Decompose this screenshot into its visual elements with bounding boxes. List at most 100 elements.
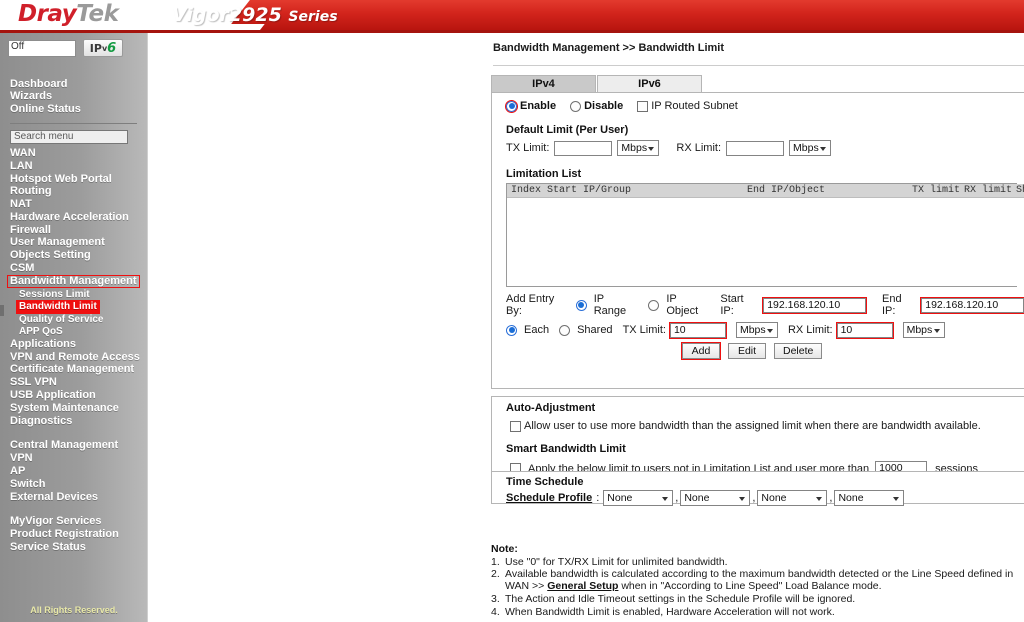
ip-object-radio[interactable]	[648, 299, 660, 311]
column-header-end-ip: End IP/Object	[747, 185, 826, 196]
sidebar-item-diagnostics[interactable]: Diagnostics	[10, 415, 147, 428]
sidebar-item-label: Wizards	[10, 90, 53, 103]
entry-tx-limit-input[interactable]: 10	[668, 321, 727, 339]
sidebar-item-myvigor-services[interactable]: MyVigor Services	[10, 515, 147, 529]
sidebar-item-label: MyVigor Services	[10, 515, 102, 528]
schedule-separator-2: ,	[752, 492, 756, 504]
sidebar-item-quality-of-service[interactable]: Quality of Service	[10, 313, 147, 326]
start-ip-input[interactable]: 192.168.120.10	[762, 296, 867, 314]
tab-ipv6[interactable]: IPv6	[597, 75, 702, 92]
sidebar-item-app-qos[interactable]: APP QoS	[10, 326, 147, 339]
sidebar-item-bandwidth-limit[interactable]: Bandwidth Limit	[10, 300, 147, 314]
default-rx-unit-select[interactable]: Mbps	[789, 140, 832, 156]
column-header-shared: Shared	[1016, 185, 1024, 196]
sidebar-item-external-devices[interactable]: External Devices	[10, 491, 147, 504]
sidebar-toolbar: Off IP v 6	[0, 33, 147, 57]
ip-range-radio[interactable]	[575, 299, 587, 311]
ip-routed-subnet-checkbox[interactable]	[637, 100, 649, 112]
auto-adjustment-checkbox[interactable]	[510, 420, 521, 432]
schedule-profile-select-3[interactable]: None	[757, 490, 828, 506]
sidebar-item-label: WAN	[10, 146, 36, 159]
end-ip-input[interactable]: 192.168.120.10	[920, 296, 1024, 314]
schedule-profile-select-1[interactable]: None	[603, 490, 674, 506]
time-schedule-title: Time Schedule	[506, 476, 584, 488]
sidebar-divider	[10, 123, 137, 125]
sidebar-item-central-management[interactable]: Central Management	[10, 440, 147, 453]
sidebar-item-label: Hardware Acceleration	[10, 210, 129, 223]
disable-radio[interactable]	[570, 100, 582, 112]
mode-select[interactable]: Off	[8, 39, 76, 57]
note-text-post: when in "According to Line Speed" Load B…	[618, 580, 882, 593]
tab-ipv4[interactable]: IPv4	[491, 75, 596, 92]
each-radio[interactable]	[506, 324, 517, 336]
sidebar-item-hotspot-web-portal[interactable]: Hotspot Web Portal	[10, 173, 147, 186]
sidebar-item-bandwidth-management[interactable]: Bandwidth Management	[7, 274, 147, 289]
sidebar-item-switch[interactable]: Switch	[10, 478, 147, 491]
ip-object-label: IP Object	[666, 293, 699, 317]
entry-rx-limit-label: RX Limit:	[787, 324, 833, 336]
sidebar-item-dashboard[interactable]: Dashboard	[10, 78, 147, 91]
sidebar-item-product-registration[interactable]: Product Registration	[10, 528, 147, 541]
mode-select-value: Off	[11, 40, 25, 52]
schedule-profile-label: Schedule Profile	[506, 492, 593, 504]
sidebar-item-hardware-acceleration[interactable]: Hardware Acceleration	[10, 211, 147, 224]
sidebar-item-label: Product Registration	[10, 528, 119, 541]
each-label: Each	[524, 324, 550, 336]
add-button[interactable]: Add	[681, 342, 721, 360]
model-series: Series	[288, 9, 338, 25]
default-limit-title: Default Limit (Per User)	[506, 124, 629, 136]
sidebar-item-vpn[interactable]: VPN	[10, 452, 147, 466]
entry-rx-limit-input[interactable]: 10	[835, 321, 894, 339]
edit-button[interactable]: Edit	[728, 343, 766, 359]
sidebar-item-online-status[interactable]: Online Status	[10, 103, 147, 117]
sidebar-item-label: AP	[10, 464, 26, 477]
sidebar-item-user-management[interactable]: User Management	[10, 237, 147, 250]
sidebar-item-vpn-and-remote-access[interactable]: VPN and Remote Access	[10, 351, 147, 364]
sidebar-item-wizards[interactable]: Wizards	[10, 91, 147, 104]
enable-label: Enable	[520, 100, 557, 112]
sidebar-item-objects-setting[interactable]: Objects Setting	[10, 249, 147, 263]
sidebar-item-usb-application[interactable]: USB Application	[10, 389, 147, 402]
default-tx-limit-input[interactable]	[554, 140, 613, 156]
search-input[interactable]: Search menu	[10, 130, 128, 145]
entry-tx-unit-select[interactable]: Mbps	[735, 322, 778, 338]
entry-rx-unit-select[interactable]: Mbps	[902, 322, 945, 338]
schedule-profile-select-2[interactable]: None	[680, 490, 751, 506]
limitation-list-table: Index Start IP/Group End IP/Object TX li…	[506, 183, 1024, 287]
sidebar-item-label: APP QoS	[19, 326, 63, 338]
tab-bar: IPv4 IPv6	[491, 75, 702, 92]
default-tx-unit-select[interactable]: Mbps	[617, 140, 660, 156]
sidebar-item-label: Diagnostics	[10, 414, 73, 427]
delete-button[interactable]: Delete	[774, 343, 823, 359]
sidebar-scroll-tick	[0, 305, 4, 316]
note-item-3: 3. The Action and Idle Timeout settings …	[491, 593, 1024, 605]
sidebar-item-nat[interactable]: NAT	[10, 198, 147, 211]
smart-bandwidth-title: Smart Bandwidth Limit	[506, 443, 626, 455]
sidebar-item-label: System Maintenance	[10, 401, 119, 414]
sidebar-item-ap[interactable]: AP	[10, 465, 147, 478]
sidebar-item-system-maintenance[interactable]: System Maintenance	[10, 402, 147, 415]
limitation-list-body	[507, 198, 1024, 286]
sidebar-item-applications[interactable]: Applications	[10, 338, 147, 351]
entry-action-buttons: Add Edit Delete	[681, 342, 1024, 360]
sidebar-item-routing[interactable]: Routing	[10, 185, 147, 199]
sidebar-item-service-status[interactable]: Service Status	[10, 541, 147, 554]
sidebar-item-lan[interactable]: LAN	[10, 160, 147, 173]
sidebar-item-sessions-limit[interactable]: Sessions Limit	[10, 288, 147, 301]
sidebar-item-csm[interactable]: CSM	[10, 262, 147, 275]
sidebar-item-ssl-vpn[interactable]: SSL VPN	[10, 376, 147, 390]
enable-radio[interactable]	[505, 99, 518, 113]
sidebar-item-label: Routing	[10, 185, 52, 198]
sidebar-item-certificate-management[interactable]: Certificate Management	[10, 364, 147, 377]
default-rx-limit-input[interactable]	[726, 140, 785, 156]
shared-radio[interactable]	[559, 324, 571, 336]
ipv6-toggle-button[interactable]: IP v 6	[83, 39, 123, 57]
general-setup-link[interactable]: General Setup	[547, 580, 618, 592]
column-header-index: Index	[511, 185, 542, 196]
limit-entry-row: Each Shared TX Limit: 10 Mbps RX Limit: …	[506, 321, 1024, 339]
sidebar-item-wan[interactable]: WAN	[10, 147, 147, 160]
schedule-separator-1: ,	[675, 492, 679, 504]
schedule-profile-select-4[interactable]: None	[834, 490, 905, 506]
sidebar-item-firewall[interactable]: Firewall	[10, 224, 147, 237]
default-tx-limit-label: TX Limit:	[506, 142, 550, 154]
